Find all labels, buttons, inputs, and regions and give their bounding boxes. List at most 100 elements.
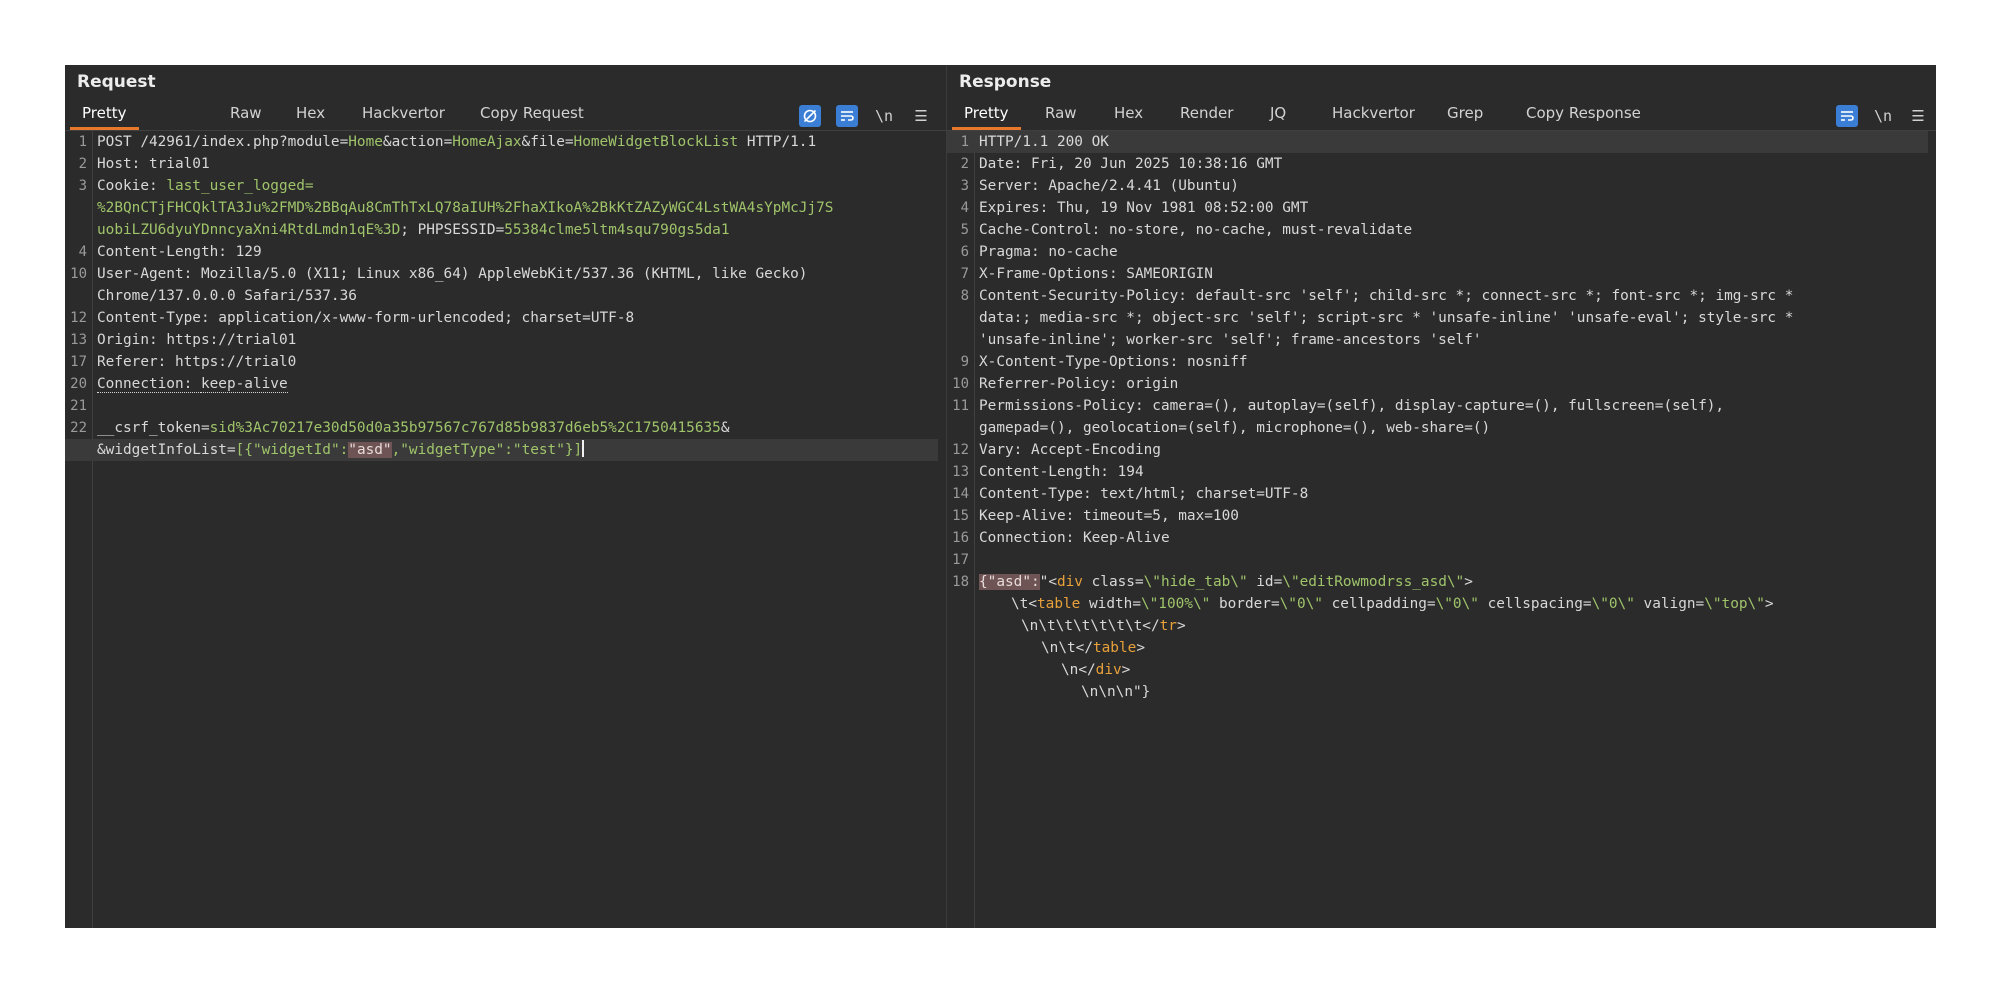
response-line-text: \n\n\n"} — [1081, 684, 1151, 700]
response-tab-raw[interactable]: Raw — [1045, 96, 1077, 130]
response-line[interactable]: gamepad=(), geolocation=(self), micropho… — [947, 417, 1928, 439]
response-line-number: 4 — [960, 200, 969, 216]
response-line-text: X-Frame-Options: SAMEORIGIN — [979, 266, 1213, 282]
response-tab-copy-response[interactable]: Copy Response — [1526, 96, 1641, 130]
response-line-text: HTTP/1.1 200 OK — [979, 134, 1109, 150]
response-line-text: Referrer-Policy: origin — [979, 376, 1179, 392]
response-menu-icon[interactable]: ☰ — [1907, 105, 1929, 127]
response-line[interactable]: 18 {"asd":"<div class=\"hide_tab\" id=\"e… — [947, 571, 1928, 593]
request-line-number: 17 — [70, 354, 87, 370]
request-line[interactable]: Chrome/137.0.0.0 Safari/537.36 — [65, 285, 938, 307]
response-line[interactable]: 'unsafe-inline'; worker-src 'self'; fram… — [947, 329, 1928, 351]
response-line[interactable]: \n\t</table> — [947, 637, 1928, 659]
response-line[interactable]: 17 — [947, 549, 1928, 571]
response-line-text: X-Content-Type-Options: nosniff — [979, 354, 1248, 370]
response-line-text: Cache-Control: no-store, no-cache, must-… — [979, 222, 1413, 238]
request-line[interactable]: 22 __csrf_token=sid%3Ac70217e30d50d0a35b9… — [65, 417, 938, 439]
response-line-number: 17 — [952, 552, 969, 568]
show-newlines-toggle[interactable]: \n — [873, 105, 895, 127]
request-line-number: 3 — [78, 178, 87, 194]
response-line[interactable]: 12 Vary: Accept-Encoding — [947, 439, 1928, 461]
request-line[interactable]: 13 Origin: https://trial01 — [65, 329, 938, 351]
request-tab-raw[interactable]: Raw — [230, 96, 262, 130]
request-line-number: 22 — [70, 420, 87, 436]
response-line-text: Pragma: no-cache — [979, 244, 1118, 260]
response-line[interactable]: 11 Permissions-Policy: camera=(), autopla… — [947, 395, 1928, 417]
request-line[interactable]: 4 Content-Length: 129 — [65, 241, 938, 263]
show-newlines-toggle[interactable]: \n — [1872, 105, 1894, 127]
request-line-text: Origin: https://trial01 — [97, 332, 297, 348]
request-line[interactable]: 3 Cookie: last_user_logged= — [65, 175, 938, 197]
response-line-number: 1 — [960, 134, 969, 150]
response-line-number: 2 — [960, 156, 969, 172]
request-line[interactable]: %2BQnCTjFHCQklTA3Ju%2FMD%2BBqAu8CmThTxLQ… — [65, 197, 938, 219]
request-line-number: 21 — [70, 398, 87, 414]
request-line-text: User-Agent: Mozilla/5.0 (X11; Linux x86_… — [97, 266, 808, 282]
request-line[interactable]: 10 User-Agent: Mozilla/5.0 (X11; Linux x8… — [65, 263, 938, 285]
response-line[interactable]: 2 Date: Fri, 20 Jun 2025 10:38:16 GMT — [947, 153, 1928, 175]
response-line[interactable]: \n\t\t\t\t\t\t</tr> — [947, 615, 1928, 637]
response-line[interactable]: 5 Cache-Control: no-store, no-cache, must… — [947, 219, 1928, 241]
response-line[interactable]: 1 HTTP/1.1 200 OK — [947, 131, 1928, 153]
response-line[interactable]: data:; media-src *; object-src 'self'; s… — [947, 307, 1928, 329]
response-line-text: {"asd":"<div class=\"hide_tab\" id=\"edi… — [979, 574, 1473, 590]
request-line-text: Referer: https://trial0 — [97, 354, 297, 370]
request-editor[interactable]: 1 POST /42961/index.php?module=Home&actio… — [65, 131, 946, 928]
request-line[interactable]: 2 Host: trial01 — [65, 153, 938, 175]
request-tab-copy-request[interactable]: Copy Request — [480, 96, 584, 130]
response-line[interactable]: 8 Content-Security-Policy: default-src 's… — [947, 285, 1928, 307]
response-line[interactable]: 15 Keep-Alive: timeout=5, max=100 — [947, 505, 1928, 527]
response-line[interactable]: 3 Server: Apache/2.4.41 (Ubuntu) — [947, 175, 1928, 197]
request-line[interactable]: 17 Referer: https://trial0 — [65, 351, 938, 373]
response-line[interactable]: 4 Expires: Thu, 19 Nov 1981 08:52:00 GMT — [947, 197, 1928, 219]
response-line-text: Content-Length: 194 — [979, 464, 1144, 480]
response-editor[interactable]: 1 HTTP/1.1 200 OK 2 Date: Fri, 20 Jun 2025 … — [947, 131, 1936, 928]
request-menu-icon[interactable]: ☰ — [910, 105, 932, 127]
response-line-number: 11 — [952, 398, 969, 414]
response-line-number: 5 — [960, 222, 969, 238]
hide-nonprintable-icon[interactable] — [799, 105, 821, 127]
request-line-text: &widgetInfoList=[{"widgetId":"asd","widg… — [97, 440, 585, 458]
request-tab-hex[interactable]: Hex — [296, 96, 325, 130]
response-line[interactable]: 7 X-Frame-Options: SAMEORIGIN — [947, 263, 1928, 285]
response-line-text: Content-Type: text/html; charset=UTF-8 — [979, 486, 1309, 502]
response-line[interactable]: \t<table width=\"100%\" border=\"0\" cel… — [947, 593, 1928, 615]
response-line[interactable]: 13 Content-Length: 194 — [947, 461, 1928, 483]
response-line[interactable]: 9 X-Content-Type-Options: nosniff — [947, 351, 1928, 373]
response-tab-hackvertor[interactable]: Hackvertor — [1332, 96, 1415, 130]
response-tab-grep[interactable]: Grep — [1447, 96, 1483, 130]
request-panel: Request Pretty Raw Hex Hackvertor Copy R… — [65, 65, 946, 928]
request-line[interactable]: uobiLZU6dyuYDnncyaXni4RtdLmdn1qE%3D; PHP… — [65, 219, 938, 241]
request-line[interactable]: 1 POST /42961/index.php?module=Home&actio… — [65, 131, 938, 153]
response-line-number: 10 — [952, 376, 969, 392]
response-panel-title: Response — [959, 72, 1052, 92]
response-panel: Response Pretty Raw Hex Render JQ Hackve… — [947, 65, 1936, 928]
response-line-text: 'unsafe-inline'; worker-src 'self'; fram… — [979, 332, 1482, 348]
request-line-text: Content-Type: application/x-www-form-url… — [97, 310, 635, 326]
request-tab-hackvertor[interactable]: Hackvertor — [362, 96, 445, 130]
response-tab-render[interactable]: Render — [1180, 96, 1233, 130]
response-line[interactable]: 10 Referrer-Policy: origin — [947, 373, 1928, 395]
response-line[interactable]: 16 Connection: Keep-Alive — [947, 527, 1928, 549]
response-line-text: Permissions-Policy: camera=(), autoplay=… — [979, 398, 1725, 414]
response-line-text: Content-Security-Policy: default-src 'se… — [979, 288, 1794, 304]
response-line-number: 3 — [960, 178, 969, 194]
response-tab-hex[interactable]: Hex — [1114, 96, 1143, 130]
response-line[interactable]: 6 Pragma: no-cache — [947, 241, 1928, 263]
response-line[interactable]: \n\n\n"} — [947, 681, 1928, 703]
response-tab-jq[interactable]: JQ — [1270, 96, 1286, 130]
request-line[interactable]: 21 — [65, 395, 938, 417]
request-line[interactable]: &widgetInfoList=[{"widgetId":"asd","widg… — [65, 439, 938, 461]
request-line[interactable]: 20 Connection: keep-alive — [65, 373, 938, 395]
response-tab-pretty[interactable]: Pretty — [952, 96, 1020, 130]
response-line-text: Keep-Alive: timeout=5, max=100 — [979, 508, 1239, 524]
word-wrap-icon[interactable] — [1836, 105, 1858, 127]
response-line[interactable]: 14 Content-Type: text/html; charset=UTF-8 — [947, 483, 1928, 505]
text-caret — [582, 440, 585, 457]
word-wrap-icon[interactable] — [836, 105, 858, 127]
response-line[interactable]: \n</div> — [947, 659, 1928, 681]
request-tab-pretty[interactable]: Pretty — [70, 96, 138, 130]
response-line-text: Date: Fri, 20 Jun 2025 10:38:16 GMT — [979, 156, 1283, 172]
request-line-number: 4 — [78, 244, 87, 260]
request-line[interactable]: 12 Content-Type: application/x-www-form-u… — [65, 307, 938, 329]
